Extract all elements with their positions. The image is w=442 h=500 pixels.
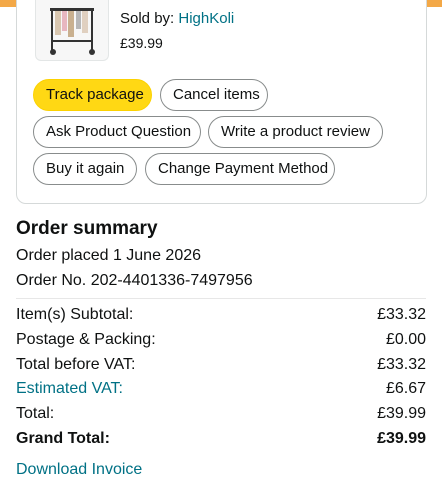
summary-label: Postage & Packing:	[16, 331, 156, 348]
summary-row-estimated-vat: Estimated VAT: £6.67	[16, 380, 426, 402]
summary-value: £0.00	[385, 331, 426, 348]
summary-value: £39.99	[377, 430, 426, 447]
cancel-items-button[interactable]: Cancel items	[160, 79, 268, 111]
order-placed-date: Order placed 1 June 2026	[16, 247, 202, 264]
seller-link[interactable]: HighKoli	[178, 10, 234, 27]
change-payment-method-button[interactable]: Change Payment Method	[145, 153, 335, 185]
item-price: £39.99	[120, 35, 163, 51]
summary-label: Total:	[16, 405, 55, 422]
sold-by-label: Sold by:	[120, 10, 175, 27]
summary-value: £33.32	[377, 356, 426, 373]
write-review-button[interactable]: Write a product review	[208, 116, 383, 148]
sold-by: Sold by: HighKoli	[120, 10, 234, 27]
product-thumbnail[interactable]	[35, 0, 109, 61]
summary-label: Item(s) Subtotal:	[16, 306, 134, 323]
ask-product-question-button[interactable]: Ask Product Question	[33, 116, 201, 148]
summary-row-subtotal: Item(s) Subtotal: £33.32	[16, 306, 426, 328]
summary-row-postage: Postage & Packing: £0.00	[16, 331, 426, 353]
summary-divider	[16, 298, 426, 299]
summary-row-grand-total: Grand Total: £39.99	[16, 430, 426, 452]
summary-label: Grand Total:	[16, 430, 110, 447]
track-package-button[interactable]: Track package	[33, 79, 152, 111]
download-invoice-link[interactable]: Download Invoice	[16, 461, 142, 479]
summary-label: Total before VAT:	[16, 356, 136, 373]
summary-row-total: Total: £39.99	[16, 405, 426, 427]
order-summary-title: Order summary	[16, 218, 158, 239]
clothes-rack-icon	[50, 8, 95, 55]
order-number: Order No. 202-4401336-7497956	[16, 272, 253, 289]
summary-row-total-before-vat: Total before VAT: £33.32	[16, 356, 426, 378]
estimated-vat-link[interactable]: Estimated VAT:	[16, 380, 123, 398]
summary-value: £39.99	[377, 405, 426, 422]
summary-value: £6.67	[385, 380, 426, 397]
summary-value: £33.32	[377, 306, 426, 323]
buy-again-button[interactable]: Buy it again	[33, 153, 137, 185]
